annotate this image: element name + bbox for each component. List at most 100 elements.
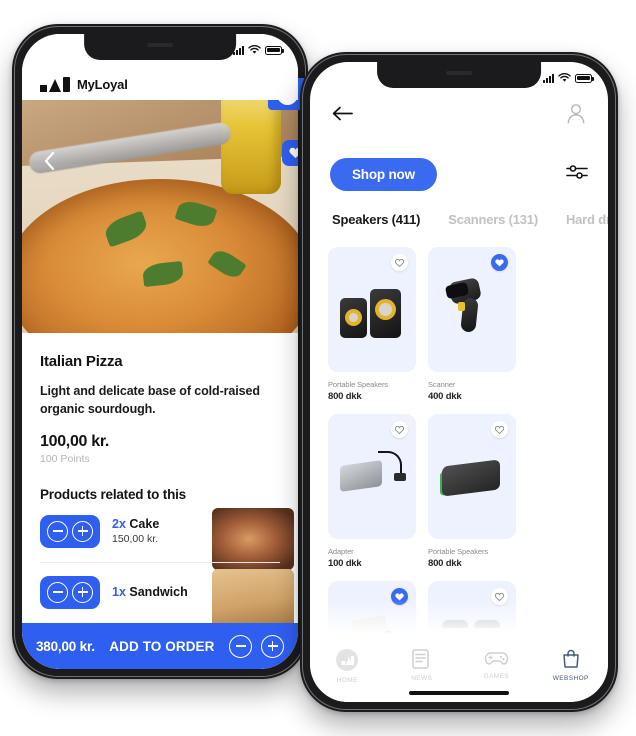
battery-icon bbox=[575, 73, 594, 83]
profile-button[interactable] bbox=[566, 103, 586, 129]
harddrive-art bbox=[436, 441, 508, 513]
left-phone-screen: MyLoyal Italian Pizza Light and delicate… bbox=[22, 34, 298, 669]
product-grid: Portable Speakers 800 dkk Scanner 400 dk… bbox=[310, 247, 608, 702]
back-button[interactable] bbox=[332, 106, 353, 126]
heart-icon bbox=[495, 592, 504, 601]
plus-circle-icon[interactable] bbox=[72, 581, 93, 603]
heart-icon bbox=[288, 147, 298, 159]
minus-circle-icon[interactable] bbox=[47, 520, 68, 542]
scanner-art bbox=[436, 274, 508, 346]
product-price: 100 dkk bbox=[328, 558, 362, 569]
product-card[interactable]: Portable Speakers 800 dkk bbox=[328, 247, 416, 402]
related-product-thumbnail bbox=[212, 568, 294, 631]
product-card[interactable]: Adapter 100 dkk bbox=[328, 414, 416, 569]
related-product-row[interactable]: 2x Cake 150,00 kr. bbox=[40, 502, 294, 570]
category-tabs: Speakers (411) Scanners (131) Hard drive… bbox=[310, 212, 608, 227]
nav-label: HOME bbox=[336, 677, 358, 684]
order-action-bar: 380,00 kr. ADD TO ORDER bbox=[22, 623, 298, 669]
shopping-bag-icon bbox=[563, 649, 579, 668]
right-status-bar bbox=[310, 62, 608, 88]
nav-item-webshop[interactable]: WEBSHOP bbox=[534, 648, 609, 682]
hero-pizza bbox=[22, 179, 298, 333]
left-phone-mockup: MyLoyal Italian Pizza Light and delicate… bbox=[12, 24, 326, 679]
nav-item-news[interactable]: NEWS bbox=[385, 648, 460, 682]
brand-logo[interactable]: MyLoyal bbox=[40, 77, 128, 92]
product-title: Italian Pizza bbox=[40, 353, 123, 370]
signal-bars-icon bbox=[543, 73, 554, 83]
related-product-row[interactable]: 1x Sandwich bbox=[40, 561, 294, 631]
add-to-order-button[interactable]: ADD TO ORDER bbox=[105, 639, 219, 654]
product-image bbox=[428, 247, 516, 372]
home-indicator bbox=[409, 691, 509, 695]
heart-icon bbox=[395, 258, 404, 267]
nav-label: WEBSHOP bbox=[552, 675, 589, 682]
right-phone-screen: Shop now Speakers (411) Scanners (131) H… bbox=[310, 62, 608, 702]
favorite-toggle[interactable] bbox=[491, 421, 508, 438]
nav-item-home[interactable]: HOME bbox=[310, 648, 385, 684]
product-image bbox=[428, 414, 516, 539]
favorite-toggle[interactable] bbox=[391, 421, 408, 438]
favorite-toggle[interactable] bbox=[391, 588, 408, 605]
order-quantity-stepper[interactable] bbox=[229, 634, 284, 658]
webshop-actions: Shop now bbox=[310, 158, 608, 191]
product-price: 400 dkk bbox=[428, 391, 462, 402]
favorite-toggle[interactable] bbox=[391, 254, 408, 271]
tab-hard-drives[interactable]: Hard drives (92) bbox=[566, 212, 608, 227]
nav-label: GAMES bbox=[483, 673, 509, 680]
product-card[interactable]: Portable Speakers 800 dkk bbox=[428, 414, 516, 569]
plus-circle-icon[interactable] bbox=[72, 520, 93, 542]
wifi-icon bbox=[558, 73, 571, 82]
hero-back-button[interactable] bbox=[38, 150, 60, 172]
related-product-thumbnail bbox=[212, 507, 294, 570]
product-name: Portable Speakers bbox=[328, 380, 389, 389]
home-logo-icon bbox=[336, 649, 359, 671]
minus-circle-icon[interactable] bbox=[229, 634, 252, 658]
minus-circle-icon[interactable] bbox=[47, 581, 68, 603]
product-card[interactable]: Scanner 400 dkk bbox=[428, 247, 516, 402]
left-status-bar bbox=[22, 34, 298, 60]
product-points: 100 Points bbox=[40, 452, 90, 465]
favorite-toggle[interactable] bbox=[491, 254, 508, 271]
related-products-heading: Products related to this bbox=[40, 486, 186, 502]
hero-oil-bottle bbox=[221, 100, 282, 195]
speakers-art bbox=[336, 274, 408, 346]
related-product-qty: 2x bbox=[112, 517, 126, 531]
webshop-top-bar bbox=[310, 88, 608, 144]
battery-icon bbox=[265, 45, 284, 55]
product-hero-image bbox=[22, 100, 298, 333]
product-description: Light and delicate base of cold-raised o… bbox=[40, 384, 260, 416]
news-icon bbox=[412, 649, 429, 669]
right-phone-mockup: Shop now Speakers (411) Scanners (131) H… bbox=[300, 52, 618, 712]
signal-bars-icon bbox=[233, 45, 244, 55]
nav-label: NEWS bbox=[411, 675, 433, 682]
user-icon bbox=[567, 104, 585, 124]
favorite-toggle[interactable] bbox=[491, 588, 508, 605]
product-image bbox=[328, 414, 416, 539]
hero-favorite-button[interactable] bbox=[282, 140, 298, 166]
product-name: Scanner bbox=[428, 380, 456, 389]
product-price: 800 dkk bbox=[428, 558, 462, 569]
tab-speakers[interactable]: Speakers (411) bbox=[332, 212, 420, 227]
plus-circle-icon[interactable] bbox=[261, 634, 284, 658]
filter-button[interactable] bbox=[566, 163, 588, 186]
wifi-icon bbox=[248, 45, 261, 54]
quantity-stepper[interactable] bbox=[40, 514, 100, 548]
product-price: 800 dkk bbox=[328, 391, 362, 402]
product-name: Adapter bbox=[328, 547, 354, 556]
order-total: 380,00 kr. bbox=[36, 638, 95, 654]
quantity-stepper[interactable] bbox=[40, 575, 100, 609]
myloyal-logo-icon bbox=[40, 77, 70, 92]
screenshot-stage: MyLoyal Italian Pizza Light and delicate… bbox=[0, 0, 636, 736]
heart-icon bbox=[395, 592, 404, 601]
brand-name: MyLoyal bbox=[77, 77, 128, 92]
product-price: 100,00 kr. bbox=[40, 432, 110, 450]
shop-now-button[interactable]: Shop now bbox=[330, 158, 437, 191]
arrow-left-icon bbox=[332, 106, 353, 121]
heart-icon bbox=[395, 425, 404, 434]
gamepad-icon bbox=[484, 652, 508, 665]
adapter-art bbox=[336, 441, 408, 513]
heart-icon bbox=[495, 425, 504, 434]
product-name: Portable Speakers bbox=[428, 547, 489, 556]
tab-scanners[interactable]: Scanners (131) bbox=[448, 212, 538, 227]
nav-item-games[interactable]: GAMES bbox=[459, 648, 534, 680]
